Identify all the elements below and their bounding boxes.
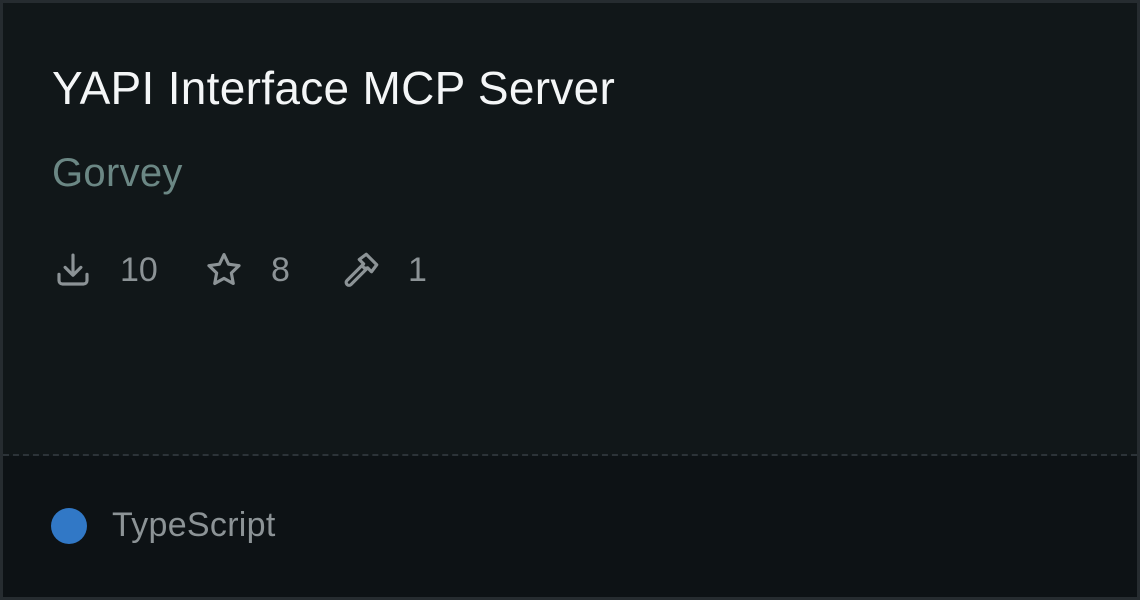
author-name[interactable]: Gorvey: [52, 151, 183, 196]
tools-stat: 1: [340, 249, 460, 291]
card-body: YAPI Interface MCP Server Gorvey 10 8 1: [3, 3, 1137, 454]
server-card[interactable]: YAPI Interface MCP Server Gorvey 10 8 1 …: [0, 0, 1140, 600]
downloads-count: 10: [120, 251, 158, 289]
card-footer: TypeScript: [3, 456, 1137, 597]
download-icon: [52, 249, 94, 291]
tools-count: 1: [408, 251, 427, 289]
hammer-icon: [340, 249, 382, 291]
stars-stat: 8: [203, 249, 340, 291]
language-color-dot: [51, 507, 87, 544]
downloads-stat: 10: [52, 249, 203, 291]
language-tag: TypeScript: [51, 506, 276, 545]
star-icon: [203, 249, 245, 291]
stars-count: 8: [271, 251, 290, 289]
language-name: TypeScript: [112, 506, 276, 544]
server-title[interactable]: YAPI Interface MCP Server: [52, 61, 615, 115]
stats-row: 10 8 1: [52, 249, 460, 291]
